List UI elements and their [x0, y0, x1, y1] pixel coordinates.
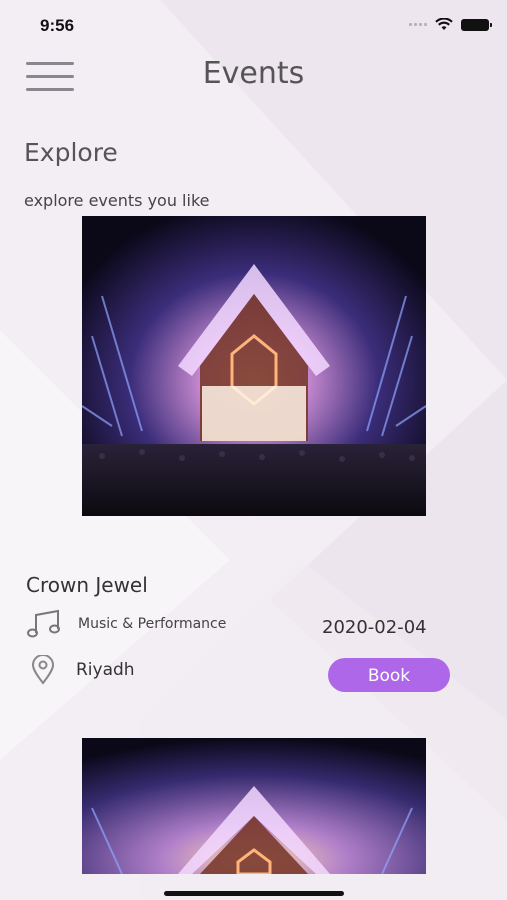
concert-stage-image — [82, 216, 426, 516]
event-date: 2020-02-04 — [322, 617, 427, 638]
book-button[interactable]: Book — [328, 658, 450, 692]
explore-title: Explore — [24, 138, 118, 167]
cellular-signal-icon — [409, 23, 427, 26]
event-location: Riyadh — [30, 655, 135, 685]
location-pin-icon — [31, 655, 55, 685]
concert-stage-image — [82, 738, 426, 874]
explore-subtitle: explore events you like — [24, 191, 210, 210]
status-time: 9:56 — [40, 16, 75, 35]
event-image[interactable] — [82, 738, 426, 874]
event-location-label: Riyadh — [76, 660, 135, 680]
event-image[interactable] — [82, 216, 426, 516]
battery-icon — [461, 18, 492, 31]
event-category: Music & Performance — [26, 609, 226, 639]
page-title: Events — [202, 56, 305, 91]
event-name: Crown Jewel — [26, 573, 148, 597]
music-note-icon — [27, 609, 60, 638]
status-icons — [409, 18, 492, 31]
event-category-label: Music & Performance — [78, 616, 227, 632]
home-indicator[interactable] — [164, 891, 344, 896]
wifi-icon — [435, 18, 453, 30]
status-bar: 9:56 — [0, 0, 507, 50]
